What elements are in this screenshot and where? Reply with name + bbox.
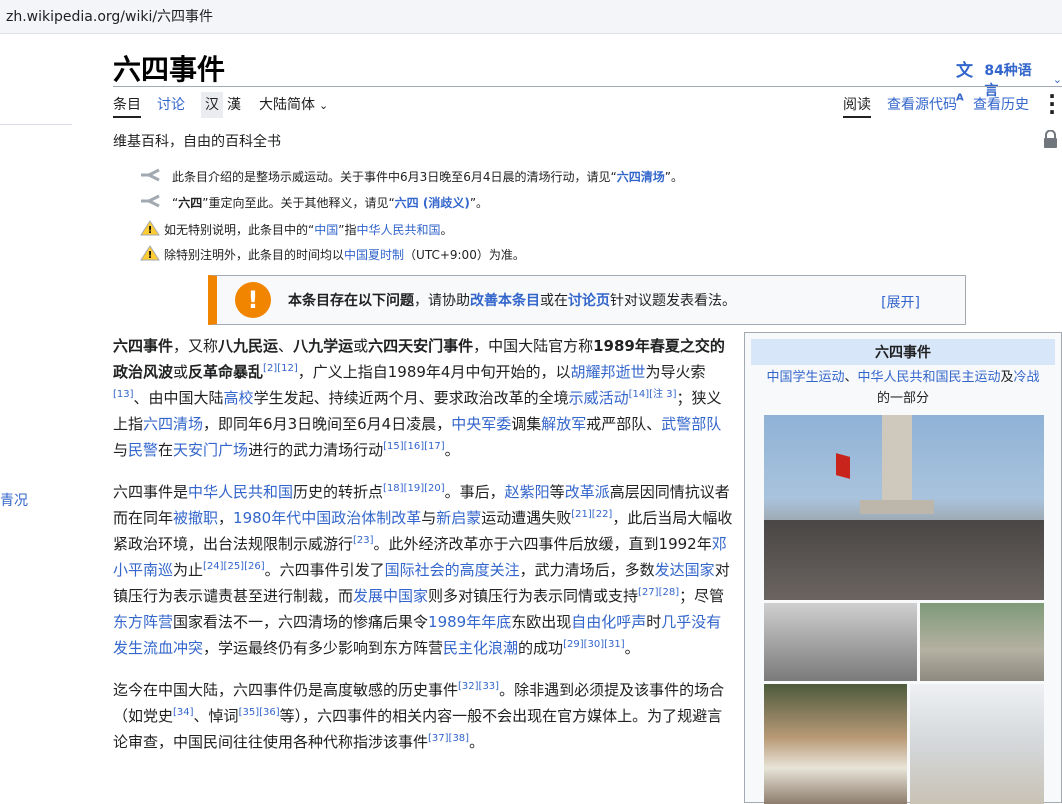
chevron-down-icon: ⌄ [319, 99, 329, 112]
talk-page-link[interactable]: 讨论页 [568, 293, 610, 309]
hatnote-text: 此条目介绍的是整场示威运动。关于事件中6月3日晚至6月4日晨的清场行动，请见“ [172, 170, 617, 184]
infobox-link[interactable]: 冷战 [1014, 370, 1040, 385]
link[interactable]: 民主化浪潮 [443, 639, 518, 657]
sidebar-toc-fragment[interactable]: 青况 [0, 490, 28, 510]
title-divider [113, 86, 1062, 87]
link[interactable]: 自由化呼声 [571, 613, 646, 631]
svg-text:!: ! [148, 225, 153, 236]
url-text: zh.wikipedia.org/wiki/六四事件 [6, 9, 214, 25]
infobox-text: 的一部分 [876, 391, 929, 406]
hatnote-text: 除特别注明外，此条目的时间均以 [164, 248, 345, 262]
link[interactable]: 中华人民共和国 [188, 483, 293, 501]
link[interactable]: 赵紫阳 [505, 483, 550, 501]
hatnote: “六四 ”重定向至此。关于其他释义，请见“ 六四 (消歧义)”。 [140, 194, 488, 211]
hatnote-link[interactable]: 中国 [314, 221, 338, 238]
link[interactable]: 发展中国家 [353, 587, 428, 605]
site-tagline: 维基百科，自由的百科全书 [113, 134, 281, 150]
link[interactable]: 新启蒙 [436, 509, 481, 527]
message-part: 针对议题发表看法。 [610, 293, 736, 309]
tab-talk[interactable]: 讨论 [157, 92, 185, 118]
link[interactable]: 六四清场 [143, 415, 203, 433]
tab-article[interactable]: 条目 [113, 92, 141, 118]
link[interactable]: 东方阵营 [113, 613, 173, 631]
infobox-subtitle: 中国学生运动、中华人民共和国民主运动及冷战的一部分 [753, 367, 1053, 409]
message-bold: 本条目存在以下问题 [288, 293, 414, 309]
variant-dropdown-label: 大陆简体 [259, 97, 315, 113]
hatnote-link[interactable]: 六四清场 [617, 168, 665, 185]
infobox-text: 及 [1000, 370, 1014, 385]
tab-view-source[interactable]: 查看源代码 [887, 92, 957, 118]
variant-simplified[interactable]: 汉 [201, 92, 223, 118]
link[interactable]: 天安门广场 [173, 441, 248, 459]
warning-icon: ! [140, 220, 160, 239]
link[interactable]: 1989年年底 [428, 613, 511, 631]
hatnote-text: ”指 [338, 223, 357, 237]
article-body: 六四事件，又称八九民运、八九学运或六四天安门事件，中国大陆官方称1989年春夏之… [113, 333, 733, 771]
link[interactable]: 高校 [224, 389, 254, 407]
expand-button[interactable]: [展开] [881, 292, 920, 312]
hatnote-text: （UTC+9:00）为准。 [404, 248, 525, 262]
view-tabs: 阅读 查看源代码 查看历史 [843, 92, 1045, 118]
link[interactable]: 改革派 [565, 483, 610, 501]
link[interactable]: 解放军 [541, 415, 586, 433]
infobox-link[interactable]: 中国学生运动 [766, 370, 844, 385]
disambiguation-icon [140, 168, 162, 185]
variant-dropdown[interactable]: 大陆简体 ⌄ [259, 92, 328, 118]
link[interactable]: 发达国家 [655, 561, 715, 579]
paragraph: 六四事件，又称八九民运、八九学运或六四天安门事件，中国大陆官方称1989年春夏之… [113, 337, 725, 459]
hatnote-bold: 六四 [178, 196, 203, 210]
sidebar-divider [0, 124, 72, 125]
more-menu-icon[interactable]: · · · [1047, 86, 1057, 122]
namespace-tabs: 条目 讨论 汉 漢 大陆简体 ⌄ [113, 92, 344, 120]
student-photo[interactable] [764, 684, 907, 804]
tab-read[interactable]: 阅读 [843, 92, 871, 118]
lock-icon [1044, 130, 1057, 148]
link[interactable]: 示威活动 [569, 389, 629, 407]
hatnote-text: ”。 [469, 196, 489, 210]
hatnote: 此条目介绍的是整场示威运动。关于事件中6月3日晚至6月4日晨的清场行动，请见“ 六… [140, 168, 683, 185]
paragraph: 六四事件是中华人民共和国历史的转折点[18][19][20]。事后，赵紫阳等改革… [113, 483, 733, 657]
hatnote-link[interactable]: 中华人民共和国 [356, 221, 440, 238]
link[interactable]: 被撤职 [173, 509, 218, 527]
hatnote-link[interactable]: 中国夏时制 [344, 246, 404, 263]
link[interactable]: 中央军委 [451, 415, 511, 433]
tanks-photo[interactable] [764, 603, 917, 681]
street-photo[interactable] [920, 603, 1044, 681]
infobox-link[interactable]: 中华人民共和国民主运动 [857, 370, 1000, 385]
hatnote-text: ”。 [664, 170, 683, 184]
link[interactable]: 胡耀邦逝世 [570, 363, 645, 381]
hatnote-text: ”重定向至此。关于其他释义，请见“ [202, 196, 395, 210]
message-part: ，请协助 [414, 293, 470, 309]
svg-text:!: ! [148, 250, 153, 261]
infobox-text: 、 [844, 370, 858, 385]
hatnote: ! 如无特别说明，此条目中的“ 中国 ”指 中华人民共和国。 [140, 220, 452, 239]
hatnote: ! 除特别注明外，此条目的时间均以 中国夏时制 （UTC+9:00）为准。 [140, 245, 525, 264]
infobox-title: 六四事件 [751, 339, 1055, 365]
disambiguation-icon [140, 194, 162, 211]
address-bar[interactable]: zh.wikipedia.org/wiki/六四事件 [0, 0, 1062, 34]
protest-photo[interactable] [764, 415, 1044, 600]
link[interactable]: 1980年代中国政治体制改革 [233, 509, 421, 527]
warning-icon: ! [140, 245, 160, 264]
variant-traditional[interactable]: 漢 [223, 92, 245, 118]
building-photo[interactable] [910, 684, 1044, 804]
message-text: 本条目存在以下问题，请协助改善本条目或在讨论页针对议题发表看法。 [288, 290, 736, 310]
tab-history[interactable]: 查看历史 [973, 92, 1029, 118]
hatnote-text: 。 [440, 223, 453, 237]
link[interactable]: 国际社会的高度关注 [385, 561, 520, 579]
message-part: 或在 [540, 293, 568, 309]
infobox: 六四事件 中国学生运动、中华人民共和国民主运动及冷战的一部分 [744, 332, 1062, 804]
link[interactable]: 武警部队 [661, 415, 721, 433]
issues-message-box: ! 本条目存在以下问题，请协助改善本条目或在讨论页针对议题发表看法。 [展开] [208, 275, 966, 325]
hatnote-text: 如无特别说明，此条目中的“ [164, 223, 315, 237]
exclamation-icon: ! [235, 282, 271, 318]
paragraph: 迄今在中国大陆，六四事件仍是高度敏感的历史事件[32][33]。除非遇到必须提及… [113, 681, 725, 751]
link[interactable]: 民警 [128, 441, 158, 459]
page-title: 六四事件 [113, 53, 226, 86]
hatnote-link[interactable]: 六四 (消歧义) [395, 194, 470, 211]
improve-article-link[interactable]: 改善本条目 [470, 293, 540, 309]
